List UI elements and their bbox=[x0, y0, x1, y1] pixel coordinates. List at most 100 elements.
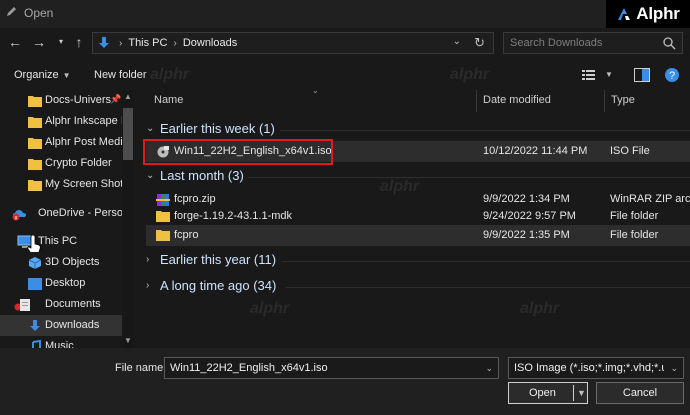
preview-pane-icon[interactable] bbox=[634, 68, 650, 85]
cancel-button[interactable]: Cancel bbox=[596, 382, 684, 404]
file-type-select[interactable]: ISO Image (*.iso;*.img;*.vhd;*.u ⌄ bbox=[508, 357, 684, 379]
group-header-last-month[interactable]: ⌄ Last month (3) bbox=[146, 168, 244, 183]
sidebar-item-label: Alphr Post Medi bbox=[45, 136, 122, 148]
breadcrumb-separator-icon: › bbox=[173, 37, 177, 49]
chevron-down-icon[interactable]: ⌄ bbox=[485, 363, 493, 374]
open-dropdown-icon[interactable]: ▼ bbox=[577, 388, 586, 398]
column-divider[interactable] bbox=[604, 90, 605, 112]
desktop-icon bbox=[28, 278, 42, 290]
sidebar-item-label: My Screen Shots bbox=[45, 178, 122, 190]
organize-button[interactable]: Organize ▼ bbox=[14, 69, 71, 81]
chevron-down-icon: ⌄ bbox=[670, 363, 678, 373]
sidebar-item-3d-objects[interactable]: 3D Objects bbox=[0, 252, 122, 273]
column-header-name[interactable]: Name bbox=[154, 94, 183, 106]
documents-icon bbox=[14, 298, 30, 311]
file-date: 9/9/2022 1:34 PM bbox=[483, 193, 570, 205]
refresh-icon[interactable]: ↻ bbox=[474, 35, 485, 51]
breadcrumb-separator-icon: › bbox=[119, 37, 123, 49]
sidebar-item-onedrive[interactable]: x OneDrive - Person bbox=[0, 203, 122, 224]
file-name-input[interactable]: Win11_22H2_English_x64v1.iso ⌄ bbox=[164, 357, 499, 379]
forward-arrow-icon[interactable]: → bbox=[32, 34, 46, 50]
group-header-earlier-this-week[interactable]: ⌄ Earlier this week (1) bbox=[146, 121, 275, 136]
group-label: Last month (3) bbox=[160, 168, 244, 183]
scroll-down-icon[interactable]: ▼ bbox=[124, 336, 132, 345]
column-header-type[interactable]: Type bbox=[611, 94, 635, 106]
navigation-pane: Docs-Univers 📌 Alphr Inkscape I Alphr Po… bbox=[0, 90, 134, 348]
help-icon[interactable]: ? bbox=[664, 67, 680, 86]
chevron-down-icon: ⌄ bbox=[146, 123, 155, 134]
group-header-earlier-this-year[interactable]: › Earlier this year (11) bbox=[146, 252, 276, 267]
sidebar-item-desktop[interactable]: Desktop bbox=[0, 273, 122, 294]
sidebar-item-label: OneDrive - Person bbox=[38, 207, 122, 219]
chevron-down-icon: ▼ bbox=[62, 71, 71, 80]
breadcrumb-downloads[interactable]: Downloads bbox=[183, 37, 237, 49]
sidebar-item-docs-univers[interactable]: Docs-Univers 📌 bbox=[0, 90, 122, 111]
folder-icon bbox=[28, 179, 42, 191]
sidebar-item-label: Music bbox=[45, 340, 74, 348]
pin-icon: 📌 bbox=[110, 94, 122, 104]
sidebar-item-label: Documents bbox=[45, 298, 101, 310]
watermark: alphr bbox=[450, 66, 490, 83]
brand-logo: Alphr bbox=[606, 0, 690, 28]
recent-dropdown-icon[interactable]: ▾ bbox=[57, 37, 65, 46]
folder-icon bbox=[28, 95, 42, 107]
folder-icon bbox=[28, 116, 42, 128]
sort-chevron-icon: ⌄ bbox=[312, 86, 319, 95]
file-name: fcpro bbox=[174, 229, 199, 241]
file-name: forge-1.19.2-43.1.1-mdk bbox=[174, 210, 293, 222]
file-type-value: ISO Image (*.iso;*.img;*.vhd;*.u bbox=[514, 362, 664, 374]
button-divider bbox=[573, 385, 574, 401]
file-date: 9/9/2022 1:35 PM bbox=[483, 229, 570, 241]
sidebar-item-alphr-post-media[interactable]: Alphr Post Medi bbox=[0, 132, 122, 153]
view-options-icon[interactable] bbox=[582, 69, 596, 84]
sidebar-item-downloads[interactable]: Downloads bbox=[0, 315, 122, 336]
sidebar-item-this-pc[interactable]: This PC bbox=[0, 231, 122, 252]
file-row[interactable]: forge-1.19.2-43.1.1-mdk 9/24/2022 9:57 P… bbox=[146, 206, 690, 227]
zip-file-icon bbox=[156, 193, 170, 206]
sidebar-scroll-thumb[interactable] bbox=[123, 108, 133, 160]
column-divider[interactable] bbox=[476, 90, 477, 112]
group-divider bbox=[280, 130, 690, 131]
breadcrumb-this-pc[interactable]: This PC bbox=[128, 37, 167, 49]
file-type: ISO File bbox=[610, 145, 650, 157]
sidebar-item-documents[interactable]: Documents bbox=[0, 294, 122, 315]
highlight-annotation-box bbox=[143, 139, 333, 165]
file-row[interactable]: fcpro 9/9/2022 1:35 PM File folder bbox=[146, 225, 690, 246]
sidebar-item-crypto-folder[interactable]: Crypto Folder bbox=[0, 153, 122, 174]
group-divider bbox=[248, 177, 690, 178]
sidebar-item-music[interactable]: Music bbox=[0, 336, 122, 348]
sidebar-item-label: Docs-Univers bbox=[45, 94, 112, 106]
file-type: WinRAR ZIP archive bbox=[610, 193, 690, 205]
sidebar-item-alphr-inkscape[interactable]: Alphr Inkscape I bbox=[0, 111, 122, 132]
group-header-a-long-time-ago[interactable]: › A long time ago (34) bbox=[146, 278, 276, 293]
new-folder-button[interactable]: New folder bbox=[94, 69, 147, 81]
sidebar-item-label: This PC bbox=[38, 235, 78, 247]
view-dropdown-icon[interactable]: ▼ bbox=[605, 70, 613, 79]
address-bar[interactable]: › This PC › Downloads ⌄ ↻ bbox=[92, 32, 494, 54]
onedrive-error-icon: x bbox=[12, 207, 26, 222]
search-placeholder: Search Downloads bbox=[510, 37, 603, 49]
address-dropdown-icon[interactable]: ⌄ bbox=[453, 36, 461, 47]
file-name: fcpro.zip bbox=[174, 193, 216, 205]
watermark: alphr bbox=[520, 300, 560, 317]
sidebar-item-label: Desktop bbox=[45, 277, 86, 289]
sidebar-item-label: Downloads bbox=[45, 319, 100, 331]
group-label: Earlier this week (1) bbox=[160, 121, 275, 136]
scroll-up-icon[interactable]: ▲ bbox=[124, 92, 132, 101]
alphr-logo-icon bbox=[618, 8, 631, 20]
svg-text:?: ? bbox=[669, 70, 675, 82]
search-input[interactable]: Search Downloads bbox=[503, 32, 683, 54]
sidebar-item-label: Alphr Inkscape I bbox=[45, 115, 122, 127]
group-divider bbox=[286, 287, 690, 288]
music-icon bbox=[28, 339, 42, 348]
open-button[interactable]: Open ▼ bbox=[508, 382, 588, 404]
sidebar-item-label: Crypto Folder bbox=[45, 157, 112, 169]
cancel-label: Cancel bbox=[622, 387, 658, 399]
chevron-right-icon: › bbox=[146, 254, 150, 265]
column-header-date-modified[interactable]: Date modified bbox=[483, 94, 551, 106]
back-arrow-icon[interactable]: ← bbox=[8, 34, 22, 50]
sidebar-item-my-screen-shots[interactable]: My Screen Shots bbox=[0, 174, 122, 195]
open-label: Open bbox=[529, 387, 556, 399]
up-arrow-icon[interactable]: ↑ bbox=[72, 34, 86, 50]
group-label: Earlier this year (11) bbox=[160, 252, 277, 267]
